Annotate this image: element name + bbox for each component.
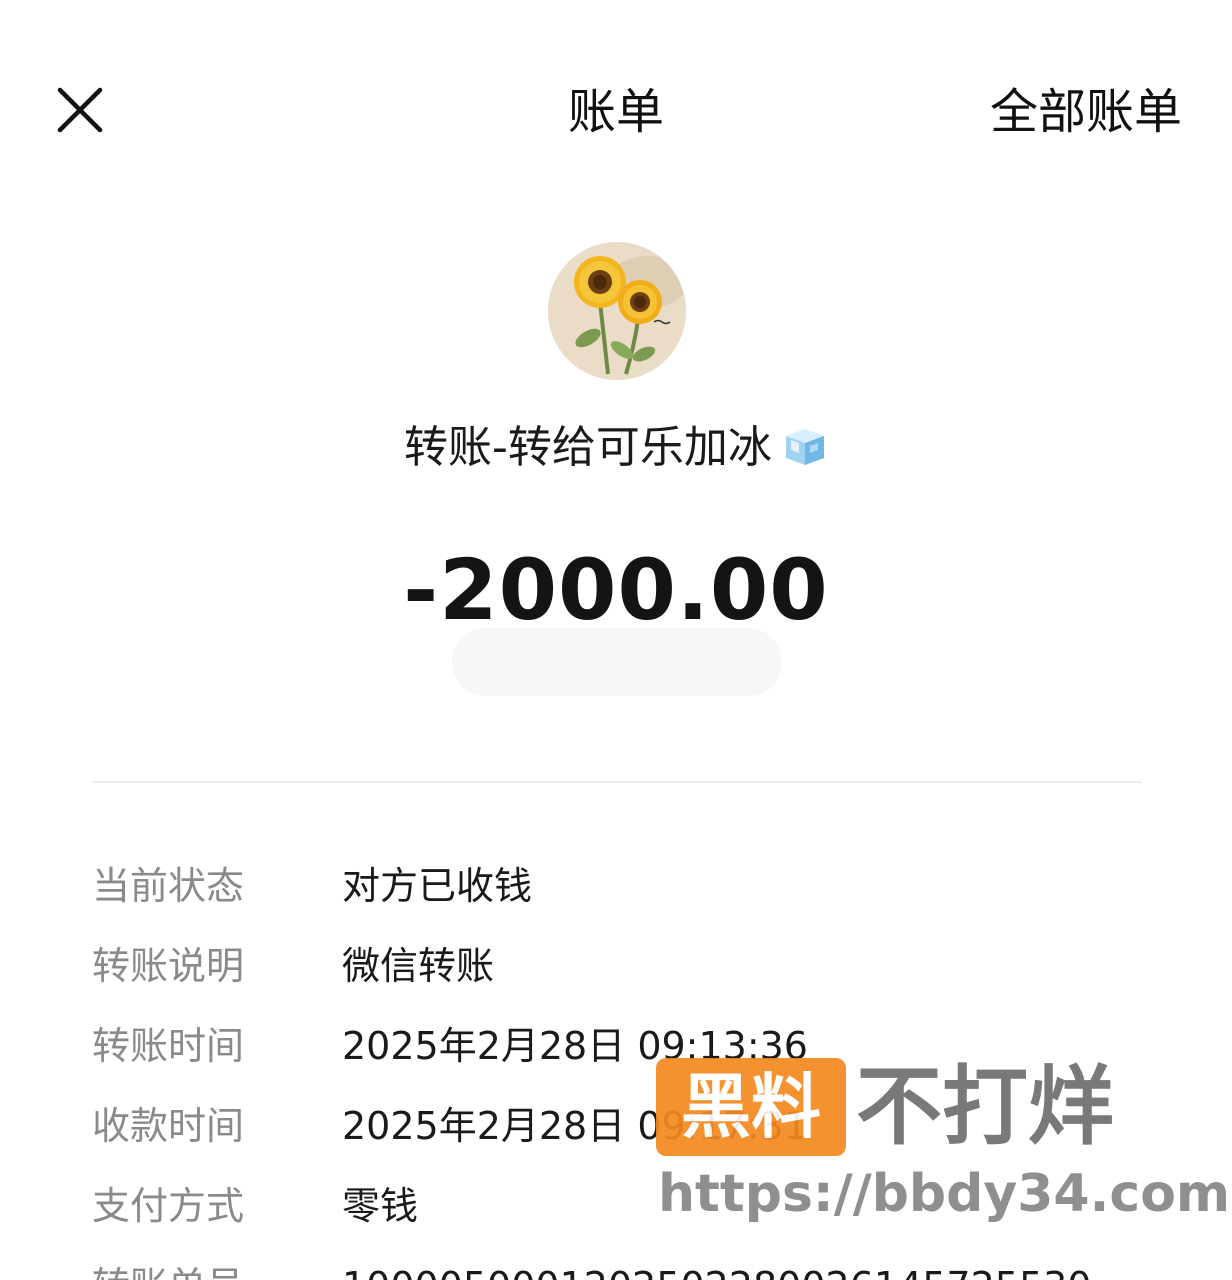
bill-detail-page: 账单 全部账单 转账-转给可乐加冰 -2000.00 当前状态 对方已收钱 转账… xyxy=(0,0,1232,1280)
detail-row-receive-time: 收款时间 2025年2月28日 09:17:31 xyxy=(92,1096,1192,1176)
detail-value: 零钱 xyxy=(342,1184,419,1228)
transaction-title: 转账-转给可乐加冰 xyxy=(0,418,1232,478)
detail-row-transfer-time: 转账时间 2025年2月28日 09:13:36 xyxy=(92,1016,1192,1096)
detail-label: 转账说明 xyxy=(92,944,245,988)
divider xyxy=(92,781,1142,783)
detail-label: 收款时间 xyxy=(92,1104,245,1148)
detail-value: 对方已收钱 xyxy=(342,864,533,908)
sunflower-avatar-image xyxy=(548,242,686,380)
detail-value: 微信转账 xyxy=(342,944,495,988)
detail-label: 当前状态 xyxy=(92,864,245,908)
amount-value: -2000.00 xyxy=(403,541,829,639)
payee-avatar[interactable] xyxy=(548,242,686,380)
top-navigation-bar: 账单 全部账单 xyxy=(0,0,1232,220)
detail-row-transfer-number: 转账单号 1000050001202502280026145725530 xyxy=(92,1256,1192,1280)
detail-row-payment-method: 支付方式 零钱 xyxy=(92,1176,1192,1256)
detail-value: 2025年2月28日 09:13:36 xyxy=(342,1024,808,1068)
detail-label: 转账单号 xyxy=(92,1256,244,1280)
detail-row-status: 当前状态 对方已收钱 xyxy=(92,856,1192,936)
ice-cube-icon xyxy=(782,424,828,466)
detail-row-note: 转账说明 微信转账 xyxy=(92,936,1192,1016)
detail-label: 支付方式 xyxy=(92,1184,245,1228)
payee-title-text: 转账-转给可乐加冰 xyxy=(404,422,772,473)
detail-value[interactable]: 1000050001202502280026145725530 xyxy=(342,1256,1091,1280)
detail-value: 2025年2月28日 09:17:31 xyxy=(342,1104,808,1148)
detail-label: 转账时间 xyxy=(92,1024,245,1068)
transaction-details: 当前状态 对方已收钱 转账说明 微信转账 转账时间 2025年2月28日 09:… xyxy=(92,856,1192,1280)
all-bills-link[interactable]: 全部账单 xyxy=(990,82,1182,142)
